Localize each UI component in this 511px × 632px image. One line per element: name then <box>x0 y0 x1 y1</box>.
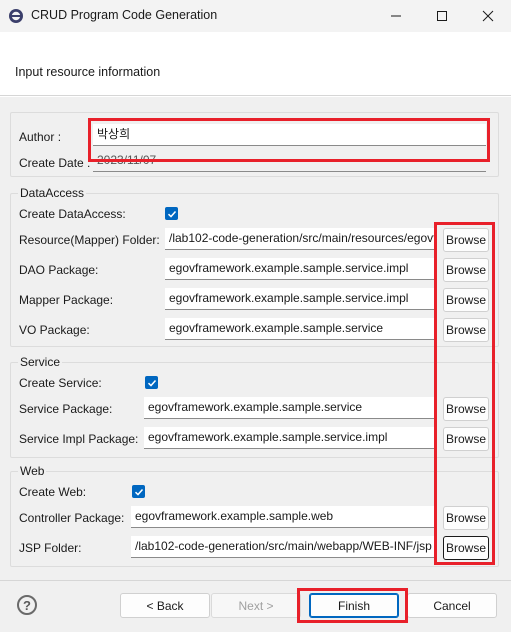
resource-folder-label: Resource(Mapper) Folder: <box>19 233 160 247</box>
wizard-header: Input resource information <box>0 32 511 96</box>
dao-package-browse-button[interactable]: Browse <box>443 258 489 282</box>
app-icon <box>8 8 24 24</box>
service-package-label: Service Package: <box>19 402 113 416</box>
dao-package-label: DAO Package: <box>19 263 99 277</box>
cancel-button[interactable]: Cancel <box>407 593 497 618</box>
service-group-title: Service <box>18 355 63 369</box>
minimize-button[interactable] <box>373 0 419 32</box>
author-label: Author : <box>19 130 62 144</box>
next-button[interactable]: Next > <box>211 593 301 618</box>
jsp-folder-field[interactable]: /lab102-code-generation/src/main/webapp/… <box>131 536 436 558</box>
mapper-package-browse-button[interactable]: Browse <box>443 288 489 312</box>
dao-package-field[interactable]: egovframework.example.sample.service.imp… <box>165 258 436 280</box>
controller-package-browse-button[interactable]: Browse <box>443 506 489 530</box>
create-date-field: 2023/11/07 <box>93 150 486 172</box>
title-bar: CRUD Program Code Generation <box>0 0 511 32</box>
jsp-folder-label: JSP Folder: <box>19 541 82 555</box>
vo-package-field[interactable]: egovframework.example.sample.service <box>165 318 436 340</box>
service-impl-package-label: Service Impl Package: <box>19 432 139 446</box>
service-package-browse-button[interactable]: Browse <box>443 397 489 421</box>
create-web-label: Create Web: <box>19 485 87 499</box>
help-icon[interactable]: ? <box>17 595 37 615</box>
finish-button[interactable]: Finish <box>309 593 399 618</box>
create-web-checkbox[interactable] <box>132 485 145 498</box>
resource-folder-browse-button[interactable]: Browse <box>443 228 489 252</box>
close-button[interactable] <box>465 0 511 32</box>
vo-package-label: VO Package: <box>19 323 90 337</box>
create-dataaccess-label: Create DataAccess: <box>19 207 126 221</box>
controller-package-field[interactable]: egovframework.example.sample.web <box>131 506 436 528</box>
checkmark-icon <box>147 379 156 387</box>
web-group-title: Web <box>18 464 47 478</box>
mapper-package-label: Mapper Package: <box>19 293 114 307</box>
back-button[interactable]: < Back <box>120 593 210 618</box>
resource-folder-field[interactable]: /lab102-code-generation/src/main/resourc… <box>165 228 436 250</box>
maximize-button[interactable] <box>419 0 465 32</box>
controller-package-label: Controller Package: <box>19 511 125 525</box>
mapper-package-field[interactable]: egovframework.example.sample.service.imp… <box>165 288 436 310</box>
header-description: Input resource information <box>15 65 161 79</box>
service-impl-package-field[interactable]: egovframework.example.sample.service.imp… <box>144 427 436 449</box>
create-date-label: Create Date : <box>19 156 91 170</box>
author-field[interactable]: 박상희 <box>93 124 486 146</box>
vo-package-browse-button[interactable]: Browse <box>443 318 489 342</box>
create-service-label: Create Service: <box>19 376 102 390</box>
dataaccess-group-title: DataAccess <box>18 186 87 200</box>
checkmark-icon <box>167 210 176 218</box>
service-impl-package-browse-button[interactable]: Browse <box>443 427 489 451</box>
checkmark-icon <box>134 488 143 496</box>
jsp-folder-browse-button[interactable]: Browse <box>443 536 489 560</box>
service-package-field[interactable]: egovframework.example.sample.service <box>144 397 436 419</box>
create-dataaccess-checkbox[interactable] <box>165 207 178 220</box>
window-title: CRUD Program Code Generation <box>31 8 218 22</box>
create-service-checkbox[interactable] <box>145 376 158 389</box>
